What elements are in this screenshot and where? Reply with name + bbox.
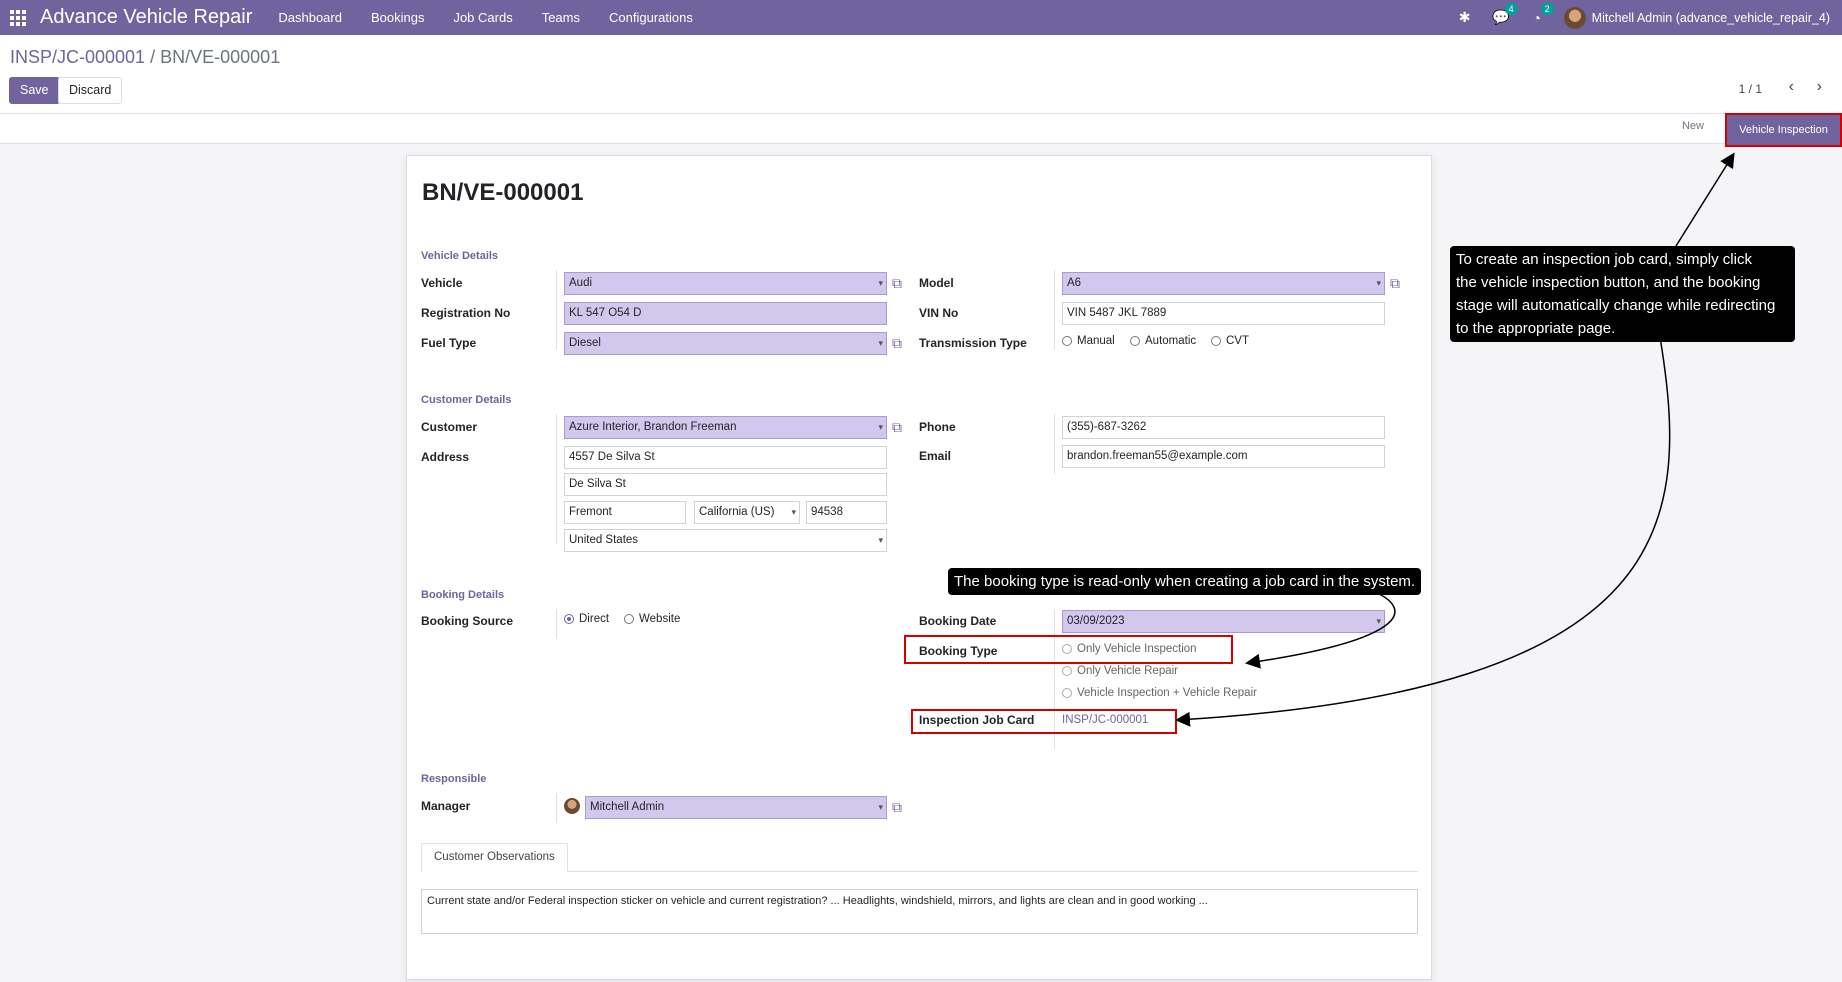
external-link-icon[interactable]: ⧉ [1390, 275, 1406, 291]
stage-new[interactable]: New [1682, 120, 1704, 132]
activities-badge: 2 [1540, 2, 1554, 15]
radio-manual[interactable]: Manual [1062, 335, 1115, 347]
state-field[interactable]: California (US) [694, 501, 800, 524]
highlight-inspection-job-card [911, 709, 1177, 734]
avatar [1563, 6, 1586, 29]
booking-date-label: Booking Date [919, 614, 997, 628]
user-name: Mitchell Admin (advance_vehicle_repair_4… [1591, 10, 1830, 25]
breadcrumb-parent-link[interactable]: INSP/JC-000001 [10, 47, 145, 67]
phone-label: Phone [919, 420, 956, 434]
city-field[interactable]: Fremont [564, 501, 686, 524]
tooltip-booking-type: The booking type is read-only when creat… [948, 568, 1422, 595]
statusbar-divider [0, 113, 1842, 114]
radio-website[interactable]: Website [624, 613, 680, 625]
external-link-icon[interactable]: ⧉ [892, 335, 908, 351]
label-divider [556, 609, 557, 639]
radio-cvt[interactable]: CVT [1211, 335, 1249, 347]
arrow-to-vehicle-inspection [1675, 152, 1735, 247]
label-divider [556, 270, 557, 350]
label-divider [556, 414, 557, 544]
group-vehicle-details: Vehicle Details [421, 250, 499, 262]
messages-badge: 4 [1504, 2, 1518, 15]
tab-customer-observations[interactable]: Customer Observations [421, 843, 568, 872]
save-button[interactable]: Save [9, 77, 60, 104]
apps-grid-icon[interactable] [10, 9, 26, 26]
breadcrumb-current: BN/VE-000001 [160, 47, 281, 67]
breadcrumb: INSP/JC-000001 / BN/VE-000001 [10, 47, 280, 68]
address-label: Address [421, 450, 470, 464]
fuel-type-field[interactable]: Diesel [564, 332, 887, 355]
group-customer-details: Customer Details [421, 394, 512, 406]
vehicle-label: Vehicle [421, 276, 463, 290]
model-label: Model [919, 276, 954, 290]
radio-automatic[interactable]: Automatic [1130, 335, 1196, 347]
vehicle-field[interactable]: Audi [564, 272, 887, 295]
external-link-icon[interactable]: ⧉ [892, 275, 908, 291]
email-field[interactable]: brandon.freeman55@example.com [1062, 445, 1385, 468]
street2-field[interactable]: De Silva St [564, 473, 887, 496]
radio-only-vehicle-repair: Only Vehicle Repair [1062, 665, 1178, 677]
bug-icon[interactable]: ✱ [1456, 9, 1474, 27]
booking-date-field[interactable]: 03/09/2023 [1062, 610, 1385, 633]
app-title[interactable]: Advance Vehicle Repair [40, 6, 252, 29]
observations-textarea[interactable]: Current state and/or Federal inspection … [421, 889, 1418, 934]
menu-dashboard[interactable]: Dashboard [278, 10, 342, 25]
clock-icon[interactable]: ◔ 2 [1528, 2, 1554, 27]
customer-field[interactable]: Azure Interior, Brandon Freeman [564, 416, 887, 439]
vin-label: VIN No [919, 306, 959, 320]
breadcrumb-separator: / [150, 47, 156, 67]
menu-job-cards[interactable]: Job Cards [453, 10, 512, 25]
booking-source-label: Booking Source [421, 614, 514, 628]
user-menu[interactable]: Mitchell Admin (advance_vehicle_repair_4… [1563, 6, 1830, 29]
model-field[interactable]: A6 [1062, 272, 1385, 295]
customer-label: Customer [421, 420, 478, 434]
registration-field[interactable]: KL 547 O54 D [564, 302, 887, 325]
record-title: BN/VE-000001 [422, 179, 584, 206]
menu-teams[interactable]: Teams [542, 10, 580, 25]
street-field[interactable]: 4557 De Silva St [564, 446, 887, 469]
country-field[interactable]: United States [564, 529, 887, 552]
tab-divider [421, 871, 1418, 872]
group-booking-details: Booking Details [421, 589, 505, 601]
menu-configurations[interactable]: Configurations [609, 10, 693, 25]
label-divider [1054, 414, 1055, 474]
phone-field[interactable]: (355)-687-3262 [1062, 416, 1385, 439]
zip-field[interactable]: 94538 [806, 501, 887, 524]
top-navbar: Advance Vehicle Repair Dashboard Booking… [0, 0, 1842, 35]
highlight-booking-type [904, 635, 1233, 664]
external-link-icon[interactable]: ⧉ [892, 419, 908, 435]
group-responsible: Responsible [421, 773, 487, 785]
tooltip-inspection-job-card: To create an inspection job card, simply… [1450, 246, 1795, 342]
registration-label: Registration No [421, 306, 511, 320]
pager-value[interactable]: 1 / 1 [1739, 82, 1762, 96]
label-divider [556, 793, 557, 823]
avatar [564, 798, 580, 814]
chevron-left-icon[interactable]: ‹ [1789, 78, 1794, 96]
manager-label: Manager [421, 799, 471, 813]
external-link-icon[interactable]: ⧉ [892, 799, 908, 815]
vin-field[interactable]: VIN 5487 JKL 7889 [1062, 302, 1385, 325]
chat-icon[interactable]: 💬 4 [1492, 2, 1518, 27]
radio-inspection-and-repair: Vehicle Inspection + Vehicle Repair [1062, 687, 1257, 699]
chevron-right-icon[interactable]: › [1817, 78, 1822, 96]
menu-bookings[interactable]: Bookings [371, 10, 424, 25]
manager-field[interactable]: Mitchell Admin [585, 796, 887, 819]
fuel-type-label: Fuel Type [421, 336, 477, 350]
label-divider [1054, 270, 1055, 350]
discard-button[interactable]: Discard [58, 77, 123, 104]
vehicle-inspection-button[interactable]: Vehicle Inspection [1725, 113, 1842, 147]
email-label: Email [919, 449, 952, 463]
control-panel: INSP/JC-000001 / BN/VE-000001 Save Disca… [0, 35, 1842, 147]
radio-direct[interactable]: Direct [564, 613, 609, 625]
systray: ✱ 💬 4 ◔ 2 Mitchell Admin (advance_vehicle_… [1456, 0, 1830, 35]
transmission-label: Transmission Type [919, 336, 1027, 350]
